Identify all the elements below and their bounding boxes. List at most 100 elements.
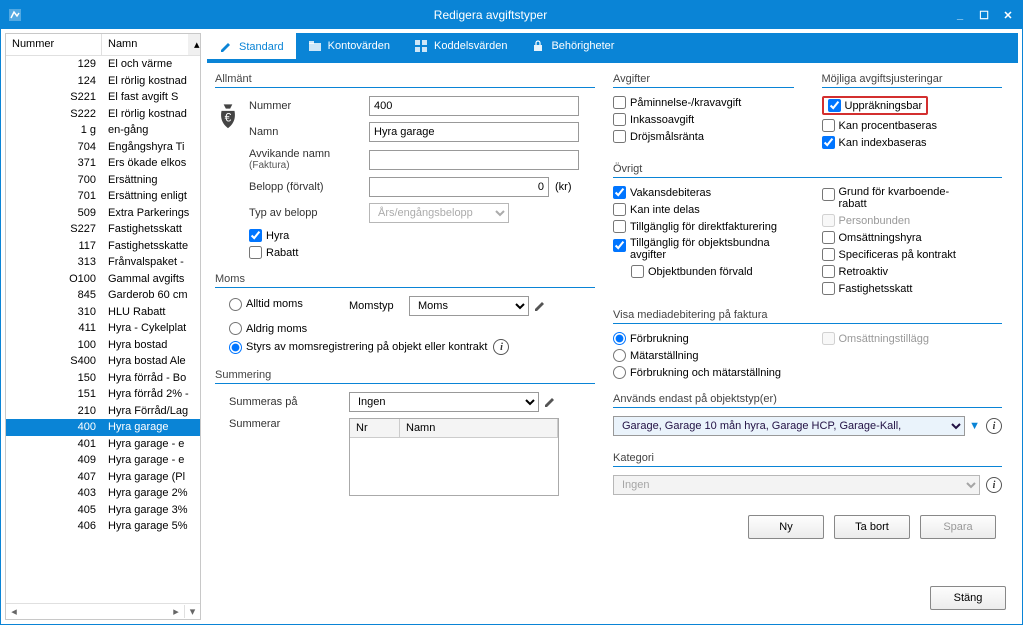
list-item[interactable]: 704Engångshyra Ti bbox=[6, 139, 200, 156]
forbrukning-radio[interactable] bbox=[613, 332, 626, 345]
grund-checkbox[interactable] bbox=[822, 188, 835, 201]
both-radio[interactable] bbox=[613, 366, 626, 379]
list-item[interactable]: 313Frånvalspaket - bbox=[6, 254, 200, 271]
list-header-name[interactable]: Namn bbox=[102, 34, 188, 55]
list-item[interactable]: S400Hyra bostad Ale bbox=[6, 353, 200, 370]
tabort-button[interactable]: Ta bort bbox=[834, 515, 910, 539]
list-item[interactable]: 371Ers ökade elkos bbox=[6, 155, 200, 172]
kaninte-checkbox[interactable] bbox=[613, 203, 626, 216]
stang-button[interactable]: Stäng bbox=[930, 586, 1006, 610]
list-item[interactable]: S221El fast avgift S bbox=[6, 89, 200, 106]
scroll-left-icon[interactable]: ◂ bbox=[6, 605, 22, 618]
omshyra-checkbox[interactable] bbox=[822, 231, 835, 244]
svg-text:€: € bbox=[225, 111, 232, 125]
retro-checkbox[interactable] bbox=[822, 265, 835, 278]
list-item[interactable]: 1 gen-gång bbox=[6, 122, 200, 139]
media-group: Visa mediadebitering på faktura Förbrukn… bbox=[613, 309, 1002, 383]
avvikande-input[interactable] bbox=[369, 150, 579, 170]
info-kategori-icon[interactable]: i bbox=[986, 477, 1002, 493]
personbunden-checkbox bbox=[822, 214, 835, 227]
list-item[interactable]: 117Fastighetsskatte bbox=[6, 238, 200, 255]
hyra-checkbox[interactable] bbox=[249, 229, 262, 242]
minimize-button[interactable]: _ bbox=[952, 7, 968, 23]
list-item[interactable]: 700Ersättning bbox=[6, 172, 200, 189]
spec-checkbox[interactable] bbox=[822, 248, 835, 261]
aldrig-moms-radio[interactable] bbox=[229, 322, 242, 335]
tab-behorigheter[interactable]: Behörigheter bbox=[519, 33, 626, 59]
lock-icon bbox=[531, 39, 545, 53]
momstyp-select[interactable]: Moms bbox=[409, 296, 529, 316]
objbundna-checkbox[interactable] bbox=[613, 239, 626, 252]
tab-standard[interactable]: Standard bbox=[207, 33, 296, 59]
moms-group: Moms Alltid moms Momstyp Moms bbox=[215, 273, 595, 359]
index-checkbox[interactable] bbox=[822, 136, 835, 149]
dropdown-icon[interactable]: ▼ bbox=[969, 420, 980, 432]
omstillagg-checkbox bbox=[822, 332, 835, 345]
procent-checkbox[interactable] bbox=[822, 119, 835, 132]
edit-summeras-icon[interactable] bbox=[543, 395, 557, 409]
inkasso-checkbox[interactable] bbox=[613, 113, 626, 126]
scroll-down-icon[interactable]: ▾ bbox=[184, 605, 200, 618]
rabatt-checkbox[interactable] bbox=[249, 246, 262, 259]
objforvald-checkbox[interactable] bbox=[631, 265, 644, 278]
matarstallning-radio[interactable] bbox=[613, 349, 626, 362]
list-item[interactable]: 845Garderob 60 cm bbox=[6, 287, 200, 304]
list-item[interactable]: 409Hyra garage - e bbox=[6, 452, 200, 469]
list-item[interactable]: 210Hyra Förråd/Lag bbox=[6, 403, 200, 420]
list-scroll-up[interactable]: ▴ bbox=[188, 34, 200, 55]
justeringar-group: Möjliga avgiftsjusteringar Uppräkningsba… bbox=[822, 73, 1003, 153]
list-item[interactable]: 129El och värme bbox=[6, 56, 200, 73]
edit-momstyp-icon[interactable] bbox=[533, 299, 547, 313]
list-item[interactable]: 405Hyra garage 3% bbox=[6, 502, 200, 519]
list-item[interactable]: 100Hyra bostad bbox=[6, 337, 200, 354]
scroll-right-icon[interactable]: ▸ bbox=[168, 605, 184, 618]
list-item[interactable]: 310HLU Rabatt bbox=[6, 304, 200, 321]
list-item[interactable]: S227Fastighetsskatt bbox=[6, 221, 200, 238]
list-item[interactable]: 407Hyra garage (Pl bbox=[6, 469, 200, 486]
paminnelse-checkbox[interactable] bbox=[613, 96, 626, 109]
close-button[interactable]: ✕ bbox=[1000, 7, 1016, 23]
moms-legend: Moms bbox=[215, 273, 595, 288]
info-anvands-icon[interactable]: i bbox=[986, 418, 1002, 434]
list-item[interactable]: 150Hyra förråd - Bo bbox=[6, 370, 200, 387]
nummer-input[interactable] bbox=[369, 96, 579, 116]
tab-koddelsvarden[interactable]: Koddelsvärden bbox=[402, 33, 519, 59]
namn-input[interactable] bbox=[369, 122, 579, 142]
avgifter-group: Avgifter Påminnelse-/kravavgift Inkassoa… bbox=[613, 73, 794, 147]
list-item[interactable]: S222El rörlig kostnad bbox=[6, 106, 200, 123]
list-hscroll[interactable]: ◂ ▸ ▾ bbox=[6, 603, 200, 619]
window-title: Redigera avgiftstyper bbox=[29, 8, 952, 22]
tab-kontovarden[interactable]: Kontovärden bbox=[296, 33, 402, 59]
maximize-button[interactable]: ☐ bbox=[976, 7, 992, 23]
list-item[interactable]: 701Ersättning enligt bbox=[6, 188, 200, 205]
upprakningsbar-checkbox[interactable] bbox=[828, 99, 841, 112]
typ-label: Typ av belopp bbox=[249, 207, 369, 219]
vakans-checkbox[interactable] bbox=[613, 186, 626, 199]
styrs-moms-radio[interactable] bbox=[229, 341, 242, 354]
summeras-select[interactable]: Ingen bbox=[349, 392, 539, 412]
list-item[interactable]: 124El rörlig kostnad bbox=[6, 73, 200, 90]
fskatt-checkbox[interactable] bbox=[822, 282, 835, 295]
list-item[interactable]: 403Hyra garage 2% bbox=[6, 485, 200, 502]
list-body[interactable]: 129El och värme124El rörlig kostnadS221E… bbox=[6, 56, 200, 603]
list-item[interactable]: 400Hyra garage bbox=[6, 419, 200, 436]
direkt-checkbox[interactable] bbox=[613, 220, 626, 233]
list-item[interactable]: 401Hyra garage - e bbox=[6, 436, 200, 453]
info-moms-icon[interactable]: i bbox=[493, 339, 509, 355]
objektstyp-select[interactable]: Garage, Garage 10 mån hyra, Garage HCP, … bbox=[613, 416, 965, 436]
list-item[interactable]: 406Hyra garage 5% bbox=[6, 518, 200, 535]
anvands-group: Används endast på objektstyp(er) Garage,… bbox=[613, 393, 1002, 442]
belopp-input[interactable] bbox=[369, 177, 549, 197]
list-header-number[interactable]: Nummer bbox=[6, 34, 102, 55]
list-item[interactable]: O100Gammal avgifts bbox=[6, 271, 200, 288]
grid-icon bbox=[414, 39, 428, 53]
drojsmal-checkbox[interactable] bbox=[613, 130, 626, 143]
bottom-bar: Stäng bbox=[207, 580, 1018, 620]
summerar-table[interactable]: Nr Namn bbox=[349, 418, 559, 496]
list-item[interactable]: 411Hyra - Cykelplat bbox=[6, 320, 200, 337]
alltid-moms-radio[interactable] bbox=[229, 298, 242, 311]
namn-label: Namn bbox=[249, 126, 369, 138]
list-item[interactable]: 151Hyra förråd 2% - bbox=[6, 386, 200, 403]
ny-button[interactable]: Ny bbox=[748, 515, 824, 539]
list-item[interactable]: 509Extra Parkerings bbox=[6, 205, 200, 222]
